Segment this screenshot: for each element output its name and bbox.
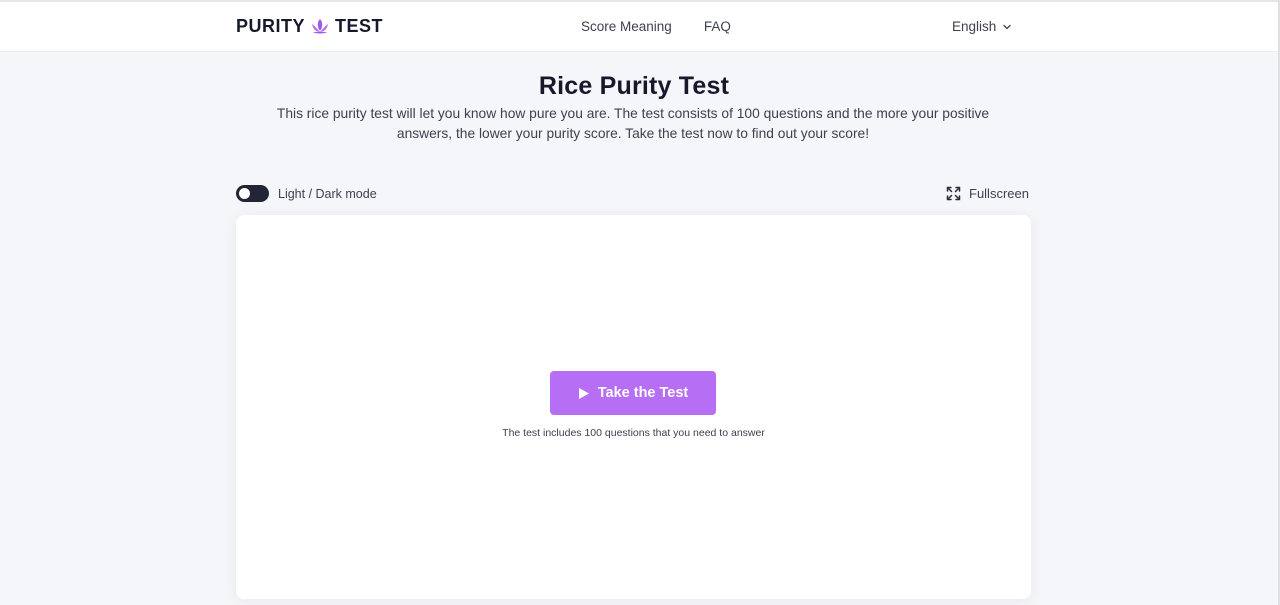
lotus-icon: [312, 19, 329, 34]
site-logo[interactable]: PURITY TEST: [236, 15, 383, 37]
language-selector[interactable]: English: [952, 19, 1012, 34]
play-icon: [578, 387, 589, 399]
theme-toggle-switch[interactable]: [236, 185, 269, 202]
take-test-button[interactable]: Take the Test: [550, 371, 716, 415]
quiz-note: The test includes 100 questions that you…: [502, 427, 765, 439]
theme-toggle-label: Light / Dark mode: [278, 186, 377, 201]
page-title: Rice Purity Test: [538, 72, 730, 100]
theme-toggle-row: Light / Dark mode: [236, 185, 377, 202]
top-navbar: PURITY TEST Score Meaning FAQ English: [0, 0, 1280, 52]
language-label: English: [952, 19, 997, 34]
take-test-label: Take the Test: [597, 385, 689, 401]
fullscreen-label: Fullscreen: [969, 186, 1029, 201]
nav-link-faq[interactable]: FAQ: [704, 19, 731, 34]
expand-icon: [946, 186, 961, 201]
fullscreen-button[interactable]: Fullscreen: [946, 186, 1029, 201]
page-description: This rice purity test will let you know …: [276, 106, 990, 141]
logo-text-left: PURITY: [236, 15, 306, 36]
quiz-card: Take the Test The test includes 100 ques…: [236, 215, 1031, 599]
toggle-knob: [239, 188, 250, 199]
main-nav: Score Meaning FAQ: [581, 19, 731, 34]
nav-link-score-meaning[interactable]: Score Meaning: [581, 19, 672, 34]
chevron-down-icon: [1003, 24, 1011, 29]
logo-text-right: TEST: [335, 15, 384, 36]
